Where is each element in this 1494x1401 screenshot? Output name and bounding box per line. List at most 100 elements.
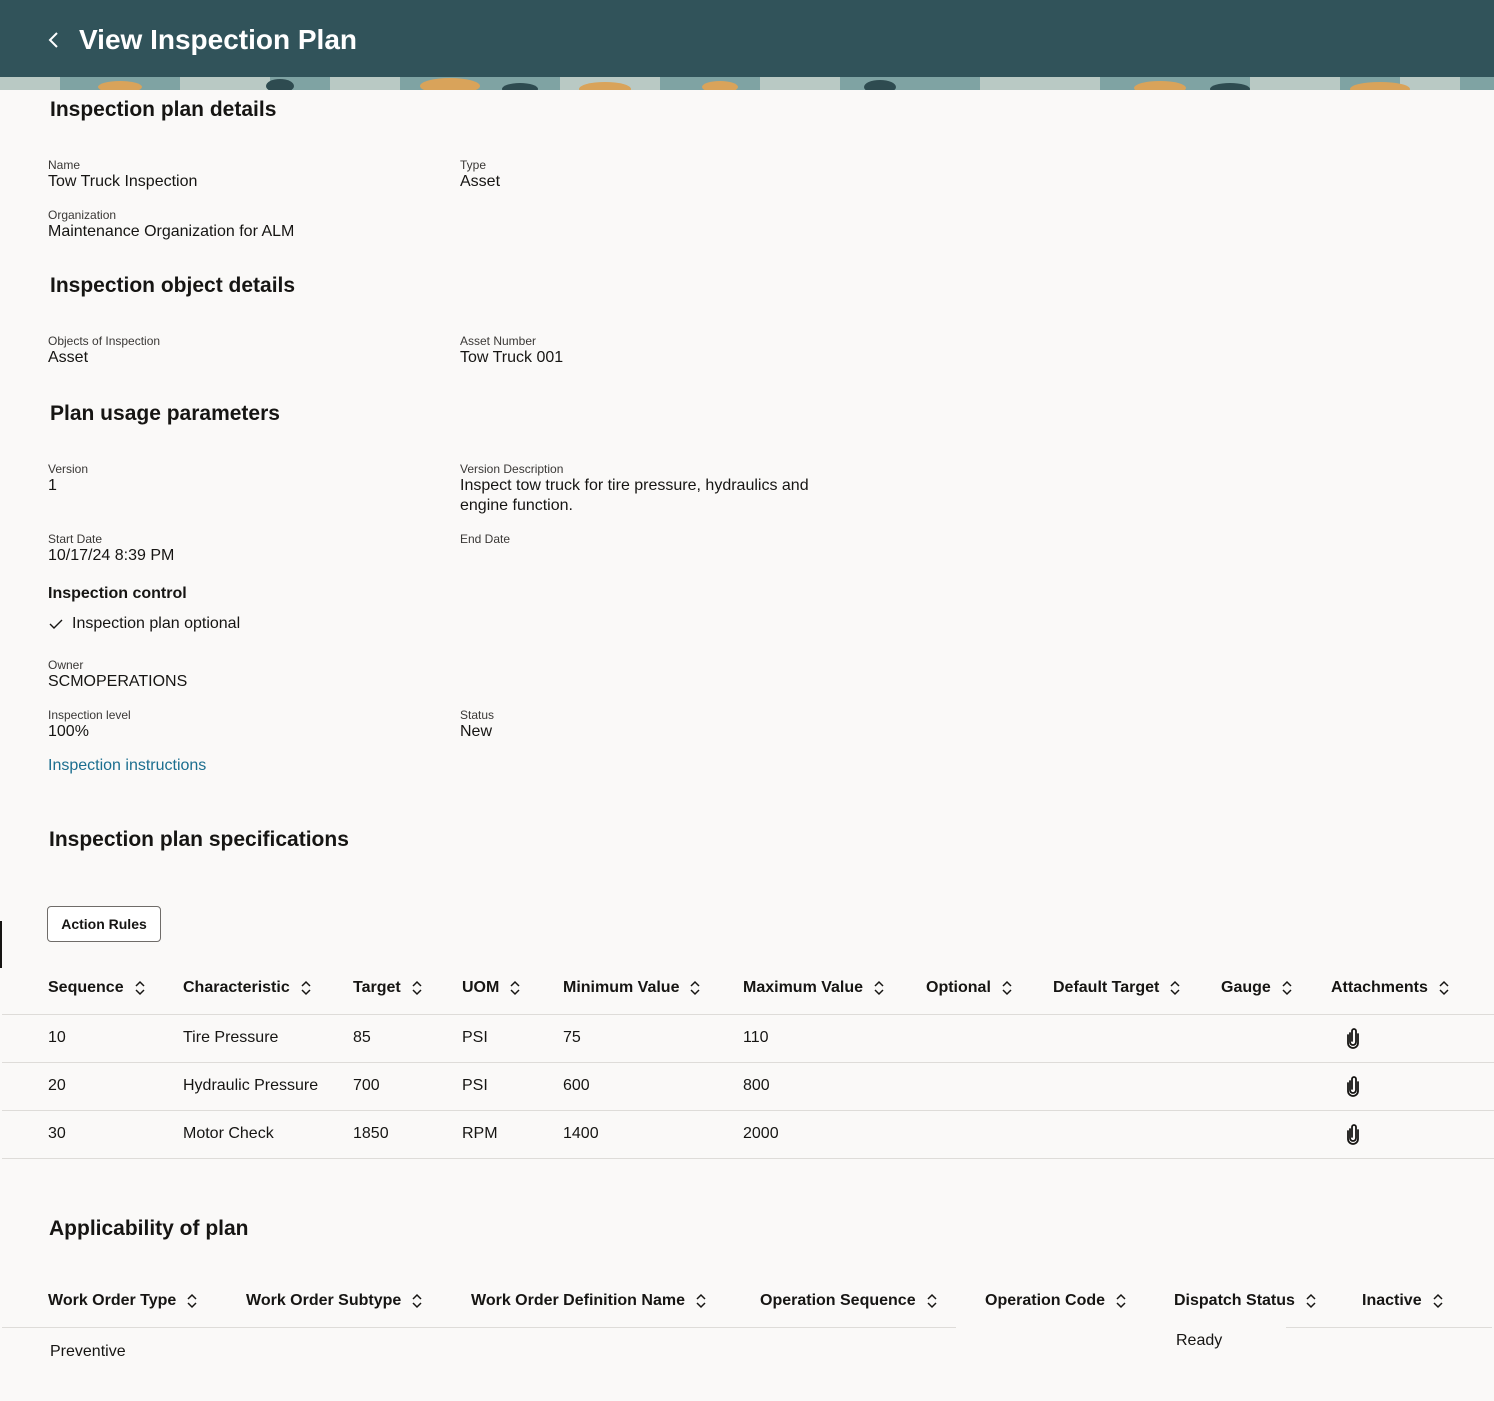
sort-icon[interactable] bbox=[134, 980, 146, 996]
inspection-level-label: Inspection level bbox=[48, 708, 131, 722]
chevron-left-icon bbox=[48, 32, 58, 48]
name-label: Name bbox=[48, 158, 81, 172]
version-description-line-2: engine function. bbox=[460, 497, 573, 514]
column-header-label: Gauge bbox=[1221, 979, 1271, 996]
column-header-uom[interactable]: UOM bbox=[462, 978, 521, 998]
status-value: New bbox=[460, 723, 493, 740]
plan-details-heading: Inspection plan details bbox=[50, 98, 277, 121]
sort-icon[interactable] bbox=[411, 980, 423, 996]
objects-of-inspection-value: Asset bbox=[48, 349, 89, 366]
column-header-operation-code[interactable]: Operation Code bbox=[985, 1291, 1127, 1311]
column-header-work-order-definition-name[interactable]: Work Order Definition Name bbox=[471, 1291, 707, 1311]
column-header-maximum-value[interactable]: Maximum Value bbox=[743, 978, 885, 998]
column-header-label: Sequence bbox=[48, 979, 124, 996]
cell-sequence: 30 bbox=[48, 1125, 66, 1142]
column-header-label: Operation Sequence bbox=[760, 1292, 916, 1309]
sort-icon[interactable] bbox=[926, 1293, 938, 1309]
column-header-label: Attachments bbox=[1331, 979, 1428, 996]
table-divider bbox=[2, 1014, 1494, 1015]
sort-icon[interactable] bbox=[1305, 1293, 1317, 1309]
column-header-label: Dispatch Status bbox=[1174, 1292, 1295, 1309]
status-label: Status bbox=[460, 708, 495, 722]
name-value: Tow Truck Inspection bbox=[48, 173, 198, 190]
inspection-plan-optional-text: Inspection plan optional bbox=[72, 615, 241, 632]
paperclip-icon[interactable] bbox=[1344, 1075, 1362, 1097]
cell-max: 110 bbox=[743, 1029, 769, 1046]
cell-max: 2000 bbox=[743, 1125, 779, 1142]
column-header-work-order-subtype[interactable]: Work Order Subtype bbox=[246, 1291, 423, 1311]
cell-min: 75 bbox=[563, 1029, 581, 1046]
cell-min: 1400 bbox=[563, 1125, 599, 1142]
column-header-work-order-type[interactable]: Work Order Type bbox=[48, 1291, 198, 1311]
specifications-heading: Inspection plan specifications bbox=[49, 828, 349, 851]
start-date-value: 10/17/24 8:39 PM bbox=[48, 547, 175, 564]
column-header-label: Optional bbox=[926, 979, 991, 996]
column-header-sequence[interactable]: Sequence bbox=[48, 978, 146, 998]
sort-icon[interactable] bbox=[1432, 1293, 1444, 1309]
cell-target: 1850 bbox=[353, 1125, 389, 1142]
column-header-default-target[interactable]: Default Target bbox=[1053, 978, 1181, 998]
sort-icon[interactable] bbox=[1001, 980, 1013, 996]
end-date-label: End Date bbox=[460, 532, 511, 546]
column-header-dispatch-status[interactable]: Dispatch Status bbox=[1174, 1291, 1317, 1311]
header-decorative-band bbox=[0, 77, 1494, 90]
owner-value: SCMOPERATIONS bbox=[48, 673, 188, 690]
column-header-label: Operation Code bbox=[985, 1292, 1106, 1309]
usage-heading: Plan usage parameters bbox=[50, 402, 280, 425]
cell-characteristic: Motor Check bbox=[183, 1125, 274, 1142]
inspection-level-value: 100% bbox=[48, 723, 89, 740]
type-value: Asset bbox=[460, 173, 501, 190]
inspection-control-heading: Inspection control bbox=[48, 585, 187, 602]
column-header-gauge[interactable]: Gauge bbox=[1221, 978, 1293, 998]
column-header-attachments[interactable]: Attachments bbox=[1331, 978, 1450, 998]
column-header-label: Target bbox=[353, 979, 401, 996]
column-header-characteristic[interactable]: Characteristic bbox=[183, 978, 312, 998]
column-header-operation-sequence[interactable]: Operation Sequence bbox=[760, 1291, 938, 1311]
type-label: Type bbox=[460, 158, 487, 172]
cell-dispatch-status: Ready bbox=[1176, 1332, 1223, 1349]
sort-icon[interactable] bbox=[300, 980, 312, 996]
cell-work-order-type: Preventive bbox=[50, 1343, 126, 1360]
sort-icon[interactable] bbox=[509, 980, 521, 996]
cell-target: 700 bbox=[353, 1077, 380, 1094]
cell-min: 600 bbox=[563, 1077, 590, 1094]
column-header-inactive[interactable]: Inactive bbox=[1362, 1291, 1444, 1311]
object-details-heading: Inspection object details bbox=[50, 274, 296, 297]
table-row-divider bbox=[2, 1110, 1494, 1111]
sort-icon[interactable] bbox=[1438, 980, 1450, 996]
inspection-instructions-link[interactable]: Inspection instructions bbox=[48, 756, 206, 776]
cell-sequence: 10 bbox=[48, 1029, 66, 1046]
column-header-optional[interactable]: Optional bbox=[926, 978, 1013, 998]
sort-icon[interactable] bbox=[1281, 980, 1293, 996]
column-header-minimum-value[interactable]: Minimum Value bbox=[563, 978, 701, 998]
table-row-divider bbox=[2, 1158, 1494, 1159]
objects-of-inspection-label: Objects of Inspection bbox=[48, 334, 161, 348]
asset-number-label: Asset Number bbox=[460, 334, 537, 348]
paperclip-icon[interactable] bbox=[1344, 1027, 1362, 1049]
action-rules-button[interactable]: Action Rules bbox=[47, 906, 161, 942]
cell-target: 85 bbox=[353, 1029, 371, 1046]
version-label: Version bbox=[48, 462, 89, 476]
column-header-label: Minimum Value bbox=[563, 979, 680, 996]
sort-icon[interactable] bbox=[1169, 980, 1181, 996]
sort-icon[interactable] bbox=[186, 1293, 198, 1309]
table-divider bbox=[1286, 1327, 1492, 1328]
cell-uom: PSI bbox=[462, 1029, 488, 1046]
cell-uom: PSI bbox=[462, 1077, 488, 1094]
cell-characteristic: Tire Pressure bbox=[183, 1029, 279, 1046]
owner-label: Owner bbox=[48, 658, 84, 672]
page-header: View Inspection Plan bbox=[0, 0, 1494, 90]
paperclip-icon[interactable] bbox=[1344, 1123, 1362, 1145]
cell-sequence: 20 bbox=[48, 1077, 66, 1094]
column-header-label: Maximum Value bbox=[743, 979, 864, 996]
column-header-target[interactable]: Target bbox=[353, 978, 423, 998]
column-header-label: Characteristic bbox=[183, 979, 290, 996]
sort-icon[interactable] bbox=[695, 1293, 707, 1309]
back-button[interactable] bbox=[40, 26, 68, 54]
sort-icon[interactable] bbox=[1115, 1293, 1127, 1309]
cell-characteristic: Hydraulic Pressure bbox=[183, 1077, 319, 1094]
cell-uom: RPM bbox=[462, 1125, 498, 1142]
sort-icon[interactable] bbox=[873, 980, 885, 996]
sort-icon[interactable] bbox=[411, 1293, 423, 1309]
sort-icon[interactable] bbox=[689, 980, 701, 996]
